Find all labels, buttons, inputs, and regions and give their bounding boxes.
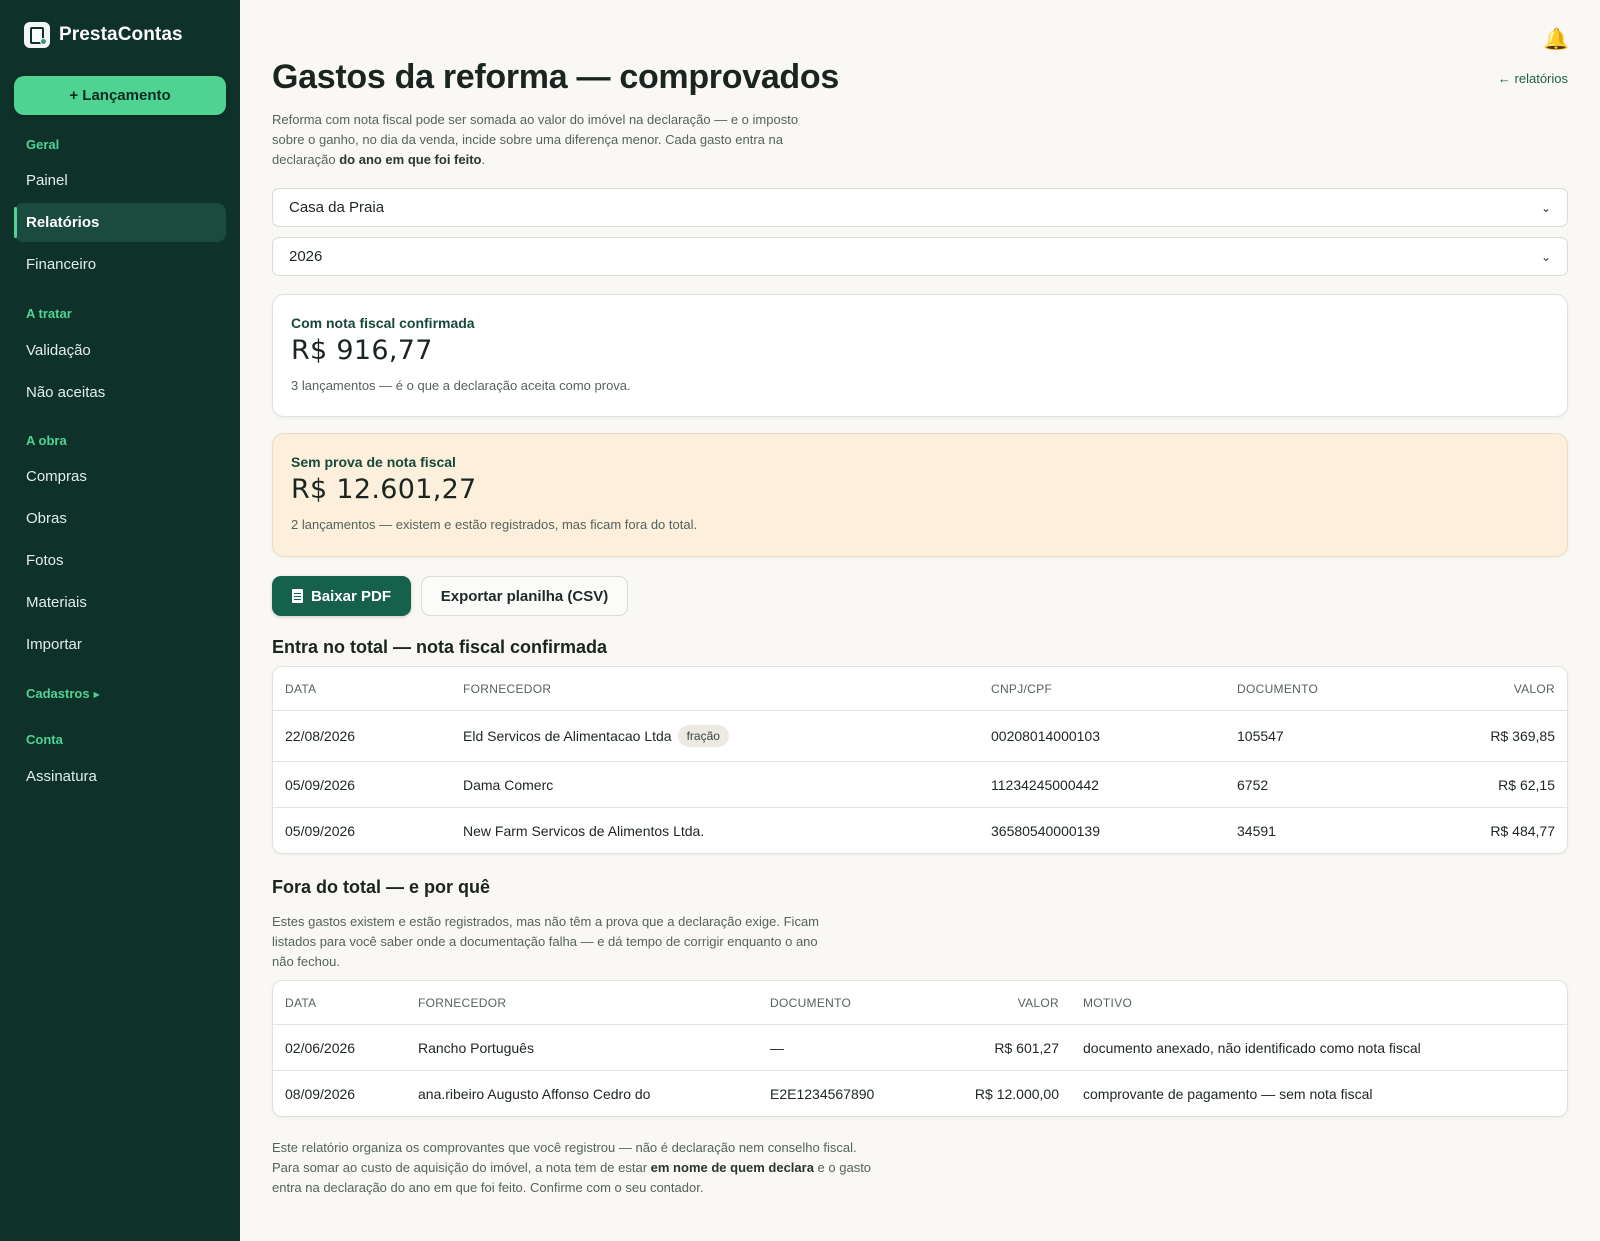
cell-data: 08/09/2026 bbox=[285, 1085, 356, 1102]
col-header-documento: DOCUMENTO bbox=[1237, 681, 1319, 696]
col-header-fornecedor: FORNECEDOR bbox=[463, 681, 552, 696]
document-icon bbox=[291, 589, 303, 603]
chevron-down-icon: ⌄ bbox=[1540, 200, 1551, 215]
sidebar-item-compras[interactable]: Compras bbox=[14, 457, 226, 496]
confirmed-note: 3 lançamentos — é o que a declaração ace… bbox=[291, 378, 631, 393]
table-row[interactable]: 05/09/2026 New Farm Servicos de Alimento… bbox=[273, 807, 1567, 853]
cell-motivo: documento anexado, não identificado como… bbox=[1083, 1039, 1421, 1056]
nav-group-geral: Geral bbox=[26, 137, 60, 152]
table-row[interactable]: 02/06/2026 Rancho Português — R$ 601,27 … bbox=[273, 1024, 1567, 1070]
cell-fornecedor: New Farm Servicos de Alimentos Ltda. bbox=[463, 822, 705, 839]
cell-documento: 6752 bbox=[1237, 776, 1269, 793]
property-select[interactable]: Casa da Praia ⌄ bbox=[272, 188, 1568, 227]
col-header-cnpj: CNPJ/CPF bbox=[991, 681, 1053, 696]
caret-right-icon: ▶ bbox=[93, 690, 100, 699]
excluded-table: DATA FORNECEDOR DOCUMENTO VALOR MOTIVO 0… bbox=[272, 980, 1568, 1117]
cell-cnpj: 36580540000139 bbox=[991, 822, 1101, 839]
sidebar-item-nao-aceitas[interactable]: Não aceitas bbox=[14, 373, 226, 412]
year-select[interactable]: 2026 ⌄ bbox=[272, 237, 1568, 276]
sidebar-item-materiais[interactable]: Materiais bbox=[14, 583, 226, 622]
col-header-valor: VALOR bbox=[1513, 681, 1555, 696]
cell-valor: R$ 601,27 bbox=[994, 1039, 1059, 1056]
cell-data: 05/09/2026 bbox=[285, 776, 356, 793]
col-header-motivo: MOTIVO bbox=[1083, 995, 1133, 1010]
sidebar-item-importar[interactable]: Importar bbox=[14, 625, 226, 664]
disclaimer-note: Este relatório organiza os comprovantes … bbox=[272, 1138, 882, 1198]
sidebar-item-obras[interactable]: Obras bbox=[14, 499, 226, 538]
sidebar: PrestaContas + Lançamento Geral Painel R… bbox=[0, 0, 240, 1241]
excluded-description: Estes gastos existem e estão registrados… bbox=[272, 914, 819, 969]
sidebar-item-painel[interactable]: Painel bbox=[14, 161, 226, 200]
nav-group-cadastros-label: Cadastros bbox=[26, 686, 90, 701]
table-row[interactable]: 05/09/2026 Dama Comerc 11234245000442 67… bbox=[273, 761, 1567, 807]
cell-valor: R$ 369,85 bbox=[1490, 728, 1555, 744]
fraction-badge: fração bbox=[677, 725, 729, 747]
unproven-summary-card: Sem prova de nota fiscal R$ 12.601,27 2 … bbox=[272, 433, 1568, 557]
cell-fornecedor-text: Eld Servicos de Alimentacao Ltda bbox=[463, 728, 672, 744]
cell-cnpj: 11234245000442 bbox=[991, 776, 1099, 793]
cell-fornecedor: Rancho Português bbox=[418, 1039, 534, 1056]
col-header-valor: VALOR bbox=[1017, 995, 1059, 1010]
table-row[interactable]: 22/08/2026 Eld Servicos de Alimentacao L… bbox=[273, 710, 1567, 761]
intro-text-bold: do ano em que foi feito bbox=[339, 152, 482, 167]
unproven-note: 2 lançamentos — existem e estão registra… bbox=[291, 517, 698, 532]
cell-motivo: comprovante de pagamento — sem nota fisc… bbox=[1083, 1085, 1373, 1102]
cell-documento: — bbox=[770, 1039, 784, 1056]
nav-group-conta: Conta bbox=[26, 732, 63, 747]
cell-data: 02/06/2026 bbox=[285, 1039, 356, 1056]
back-to-reports-link[interactable]: ← relatórios bbox=[1498, 71, 1568, 86]
brand-logo-icon bbox=[24, 22, 50, 48]
confirmed-summary-card: Com nota fiscal confirmada R$ 916,77 3 l… bbox=[272, 294, 1568, 417]
sidebar-item-relatorios[interactable]: Relatórios bbox=[14, 203, 226, 242]
brand[interactable]: PrestaContas bbox=[24, 22, 183, 48]
unproven-label: Sem prova de nota fiscal bbox=[291, 454, 456, 470]
nav-group-a-obra: A obra bbox=[26, 433, 67, 448]
included-section-title: Entra no total — nota fiscal confirmada bbox=[272, 637, 608, 657]
cell-cnpj: 00208014000103 bbox=[991, 728, 1101, 744]
col-header-data: DATA bbox=[285, 681, 317, 696]
unproven-amount: R$ 12.601,27 bbox=[291, 474, 477, 505]
cell-data: 22/08/2026 bbox=[285, 728, 356, 744]
cell-fornecedor: ana.ribeiro Augusto Affonso Cedro do bbox=[418, 1085, 651, 1102]
export-csv-button[interactable]: Exportar planilha (CSV) bbox=[421, 576, 628, 616]
col-header-documento: DOCUMENTO bbox=[770, 995, 852, 1010]
sidebar-item-financeiro[interactable]: Financeiro bbox=[14, 245, 226, 284]
bell-icon[interactable]: 🔔 bbox=[1543, 28, 1569, 52]
included-table: DATA FORNECEDOR CNPJ/CPF DOCUMENTO VALOR… bbox=[272, 666, 1568, 854]
confirmed-label: Com nota fiscal confirmada bbox=[291, 315, 475, 331]
confirmed-amount: R$ 916,77 bbox=[291, 335, 433, 366]
table-header-row: DATA FORNECEDOR CNPJ/CPF DOCUMENTO VALOR bbox=[273, 667, 1567, 710]
cell-valor: R$ 62,15 bbox=[1498, 776, 1555, 793]
nav-group-cadastros[interactable]: Cadastros ▶ bbox=[26, 686, 100, 701]
intro-text: Reforma com nota fiscal pode ser somada … bbox=[272, 110, 832, 170]
sidebar-item-fotos[interactable]: Fotos bbox=[14, 541, 226, 580]
cell-documento: E2E1234567890 bbox=[770, 1085, 875, 1102]
cell-data: 05/09/2026 bbox=[285, 822, 356, 839]
brand-name: PrestaContas bbox=[59, 24, 183, 45]
nav-group-a-tratar: A tratar bbox=[26, 306, 72, 321]
sidebar-item-assinatura[interactable]: Assinatura bbox=[14, 757, 226, 796]
table-header-row: DATA FORNECEDOR DOCUMENTO VALOR MOTIVO bbox=[273, 981, 1567, 1024]
col-header-data: DATA bbox=[285, 995, 317, 1010]
sidebar-item-validacao[interactable]: Validação bbox=[14, 331, 226, 370]
year-select-value: 2026 bbox=[289, 248, 323, 265]
download-pdf-label: Baixar PDF bbox=[310, 587, 392, 605]
intro-text-end: . bbox=[481, 152, 486, 167]
download-pdf-button[interactable]: Baixar PDF bbox=[272, 576, 411, 616]
cell-fornecedor: Dama Comerc bbox=[463, 776, 554, 793]
cell-valor: R$ 12.000,00 bbox=[974, 1085, 1059, 1102]
chevron-down-icon: ⌄ bbox=[1540, 249, 1551, 264]
disclaimer-bold: em nome de quem declara bbox=[650, 1160, 814, 1175]
cell-valor: R$ 484,77 bbox=[1490, 822, 1555, 839]
property-select-value: Casa da Praia bbox=[289, 199, 385, 216]
cell-documento: 34591 bbox=[1237, 822, 1276, 839]
cell-documento: 105547 bbox=[1237, 728, 1284, 744]
new-entry-button[interactable]: + Lançamento bbox=[14, 76, 226, 115]
cell-fornecedor: Eld Servicos de Alimentacao Ltda fração bbox=[463, 711, 729, 761]
col-header-fornecedor: FORNECEDOR bbox=[418, 995, 507, 1010]
table-row[interactable]: 08/09/2026 ana.ribeiro Augusto Affonso C… bbox=[273, 1070, 1567, 1116]
page-title: Gastos da reforma — comprovados bbox=[272, 58, 839, 96]
excluded-section-title: Fora do total — e por quê bbox=[272, 877, 491, 897]
